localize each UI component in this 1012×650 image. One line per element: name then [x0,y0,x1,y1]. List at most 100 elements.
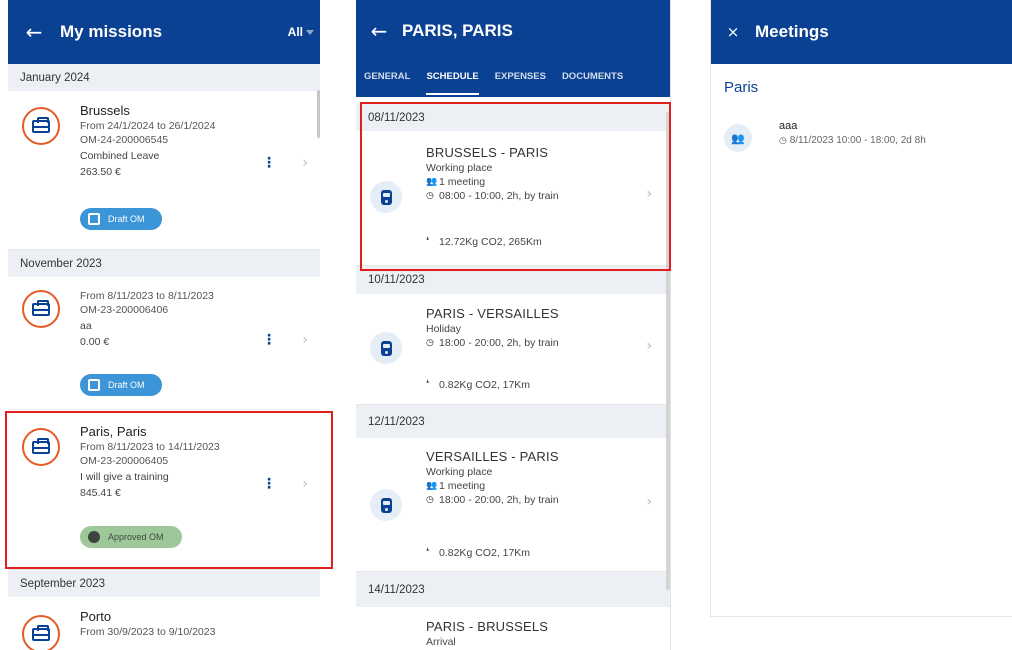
edit-icon [88,379,100,391]
meetings-app-bar: × Meetings [711,0,1012,64]
mission-title: Brussels [80,103,130,118]
section-header: September 2023 [8,570,320,597]
trip-co2: ❛ 12.72Kg CO2, 265Km [426,235,542,249]
mission-amount: 263.50 € [80,166,121,178]
clock-icon: ◷ [426,191,434,201]
status-badge: Approved OM [80,526,182,548]
filter-dropdown[interactable]: All [288,25,320,39]
back-arrow-icon[interactable]: ← [356,19,402,43]
meeting-time: ◷ 8/11/2023 10:00 - 18:00, 2d 8h [779,135,926,146]
mission-amount: 845.41 € [80,487,121,499]
trip-card[interactable]: VERSAILLES - PARIS Working place 👥 1 meet… [356,438,670,572]
briefcase-icon [22,428,60,466]
status-badge: Draft OM [80,374,162,396]
mission-description: Combined Leave [80,150,160,162]
page-title: Meetings [755,22,829,41]
date-header: 10/11/2023 [356,266,670,294]
meeting-time-label: 8/11/2023 10:00 - 18:00, 2d 8h [789,135,926,146]
chevron-right-icon[interactable]: › [646,338,652,354]
trip-meetings: 👥 1 meeting [426,175,626,189]
edit-icon [88,213,100,225]
trip-time: ◷ 18:00 - 20:00, 2h, by train [426,336,626,350]
people-icon: 👥 [426,177,438,187]
mission-card-aa[interactable]: From 8/11/2023 to 8/11/2023 OM-23-200006… [8,277,320,410]
trip-card[interactable]: PARIS - BRUSSELS Arrival [356,607,670,650]
meetings-panel: × Meetings Paris 👥 aaa ◷ 8/11/2023 10:00… [710,0,1012,617]
chevron-right-icon[interactable]: › [302,476,308,492]
schedule-panel: ← PARIS, PARIS GENERAL SCHEDULE EXPENSES… [356,0,671,650]
tab-expenses[interactable]: EXPENSES [487,71,554,97]
time-label: 18:00 - 20:00, 2h, by train [439,494,559,506]
meeting-name[interactable]: aaa [779,120,797,132]
train-icon [370,332,402,364]
clock-icon: ◷ [426,338,434,348]
co2-label: 0.82Kg CO2, 17Km [439,379,531,391]
co2-label: 12.72Kg CO2, 265Km [439,236,542,248]
missions-panel: ← My missions All January 2024 Brussels … [8,0,320,650]
train-icon [370,489,402,521]
mission-amount: 0.00 € [80,336,110,348]
tab-schedule[interactable]: SCHEDULE [418,71,486,97]
time-label: 18:00 - 20:00, 2h, by train [439,337,559,349]
trip-type: Working place [426,466,493,478]
back-arrow-icon[interactable]: ← [8,20,60,44]
tab-general[interactable]: GENERAL [356,71,418,97]
tab-bar: GENERAL SCHEDULE EXPENSES DOCUMENTS [356,61,670,97]
trip-route: BRUSSELS - PARIS [426,145,549,160]
mission-title: Paris, Paris [80,424,147,439]
status-badge: Draft OM [80,208,162,230]
time-label: 08:00 - 10:00, 2h, by train [439,190,559,202]
more-options-icon[interactable]: ⋮ [262,155,276,171]
trip-type: Arrival [426,636,456,648]
tab-documents[interactable]: DOCUMENTS [554,71,631,97]
status-label: Approved OM [108,532,164,542]
section-header: January 2024 [8,64,320,91]
mission-card-brussels[interactable]: Brussels From 24/1/2024 to 26/1/2024 OM-… [8,91,320,250]
close-icon[interactable]: × [711,23,755,41]
meeting-city: Paris [724,79,759,96]
mission-dates: From 8/11/2023 to 8/11/2023 [80,290,214,302]
trip-co2: ❛ 0.82Kg CO2, 17Km [426,378,530,392]
more-options-icon[interactable]: ⋮ [262,332,276,348]
briefcase-icon [22,107,60,145]
trip-type: Holiday [426,323,462,335]
date-header: 08/11/2023 [356,104,670,131]
briefcase-icon [22,290,60,328]
briefcase-icon [22,615,60,650]
meetings-count: 1 meeting [439,176,486,188]
clock-icon: ◷ [779,136,790,146]
mission-code: OM-24-200006545 [80,134,169,146]
mission-dates: From 8/11/2023 to 14/11/2023 [80,441,220,453]
schedule-app-bar: ← PARIS, PARIS [356,0,670,62]
page-title: My missions [60,22,163,41]
chevron-right-icon[interactable]: › [302,155,308,171]
chevron-right-icon[interactable]: › [646,186,652,202]
approved-icon [88,531,100,543]
chevron-right-icon[interactable]: › [646,494,652,510]
chevron-down-icon [306,29,314,35]
people-icon: 👥 [724,124,752,152]
co2-label: 0.82Kg CO2, 17Km [439,547,531,559]
chevron-right-icon[interactable]: › [302,332,308,348]
mission-title: Porto [80,609,112,624]
mission-card-porto[interactable]: Porto From 30/9/2023 to 9/10/2023 [8,597,320,650]
meetings-count: 1 meeting [439,480,486,492]
footprint-icon: ❛ [426,547,430,558]
trip-route: VERSAILLES - PARIS [426,449,559,464]
trip-card[interactable]: BRUSSELS - PARIS Working place 👥 1 meetin… [356,131,670,266]
scrollbar[interactable] [666,112,670,590]
mission-dates: From 30/9/2023 to 9/10/2023 [80,626,216,638]
scrollbar[interactable] [317,90,320,138]
trip-route: PARIS - VERSAILLES [426,306,559,321]
more-options-icon[interactable]: ⋮ [262,476,276,492]
mission-description: I will give a training [80,471,169,483]
mission-dates: From 24/1/2024 to 26/1/2024 [80,120,216,132]
trip-card[interactable]: PARIS - VERSAILLES Holiday ◷ 18:00 - 20:0… [356,294,670,405]
mission-card-paris[interactable]: Paris, Paris From 8/11/2023 to 14/11/202… [8,410,320,570]
date-header: 14/11/2023 [356,572,670,607]
mission-code: OM-23-200006406 [80,304,169,316]
filter-label: All [287,25,303,39]
missions-app-bar: ← My missions All [8,0,320,64]
trip-meetings: 👥 1 meeting [426,479,626,493]
people-icon: 👥 [426,481,438,491]
